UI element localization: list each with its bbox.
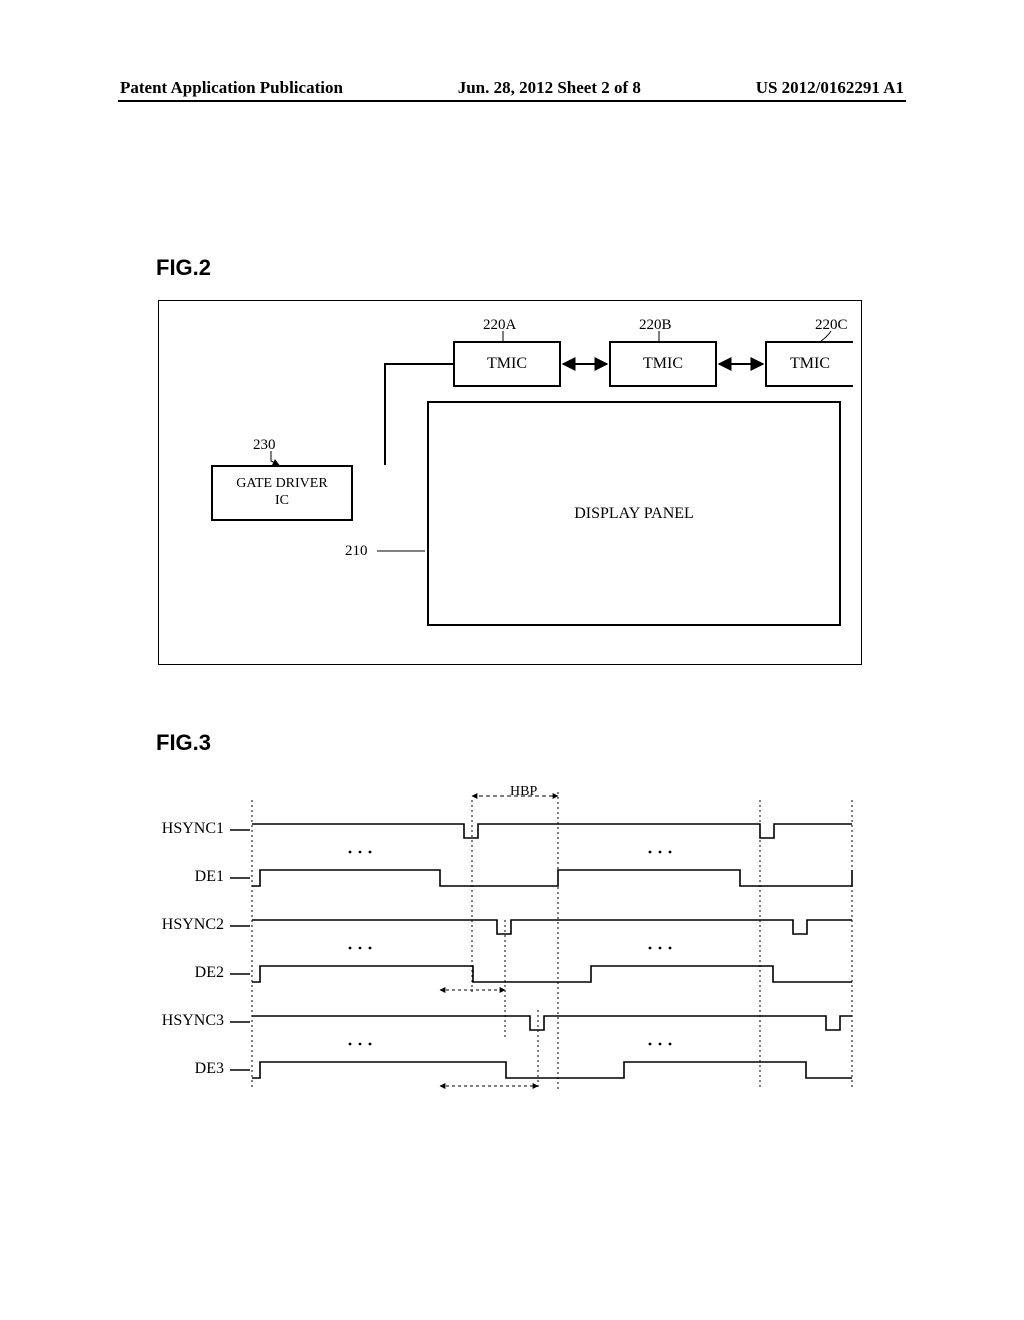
header-right: US 2012/0162291 A1	[756, 78, 904, 98]
header-rule	[118, 100, 906, 102]
figure-3-timing-svg	[160, 780, 860, 1140]
figure-3-label: FIG.3	[156, 730, 211, 756]
page-header: Patent Application Publication Jun. 28, …	[120, 78, 904, 99]
header-left: Patent Application Publication	[120, 78, 343, 98]
header-mid: Jun. 28, 2012 Sheet 2 of 8	[458, 78, 641, 98]
figure-2-label: FIG.2	[156, 255, 211, 281]
figure-2: 220A 220B 220C 230 210 TMIC TMIC TMIC DI…	[158, 300, 862, 665]
figure-3: HSYNC1 DE1 HSYNC2 DE2 HSYNC3 DE3 HBP	[160, 780, 860, 1140]
figure-2-wires	[159, 301, 861, 664]
